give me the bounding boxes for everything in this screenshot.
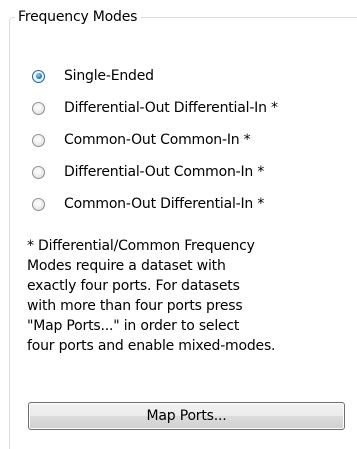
radio-button-single-ended[interactable]: [32, 69, 45, 83]
radio-single-ended[interactable]: Single-Ended: [32, 60, 278, 92]
radio-label-common-out-diff-in[interactable]: Common-Out Differential-In *: [64, 195, 264, 213]
radio-label-common-out-common-in[interactable]: Common-Out Common-In *: [64, 131, 251, 149]
map-ports-button[interactable]: Map Ports...: [28, 402, 345, 430]
radio-button-common-out-common-in[interactable]: [32, 133, 45, 147]
radio-label-diff-out-common-in[interactable]: Differential-Out Common-In *: [64, 163, 264, 181]
radio-button-diff-out-diff-in[interactable]: [32, 101, 45, 115]
radio-diff-out-common-in[interactable]: Differential-Out Common-In *: [32, 156, 278, 188]
groupbox-title: Frequency Modes: [15, 8, 142, 26]
radio-common-out-common-in[interactable]: Common-Out Common-In *: [32, 124, 278, 156]
radio-button-common-out-diff-in[interactable]: [32, 197, 45, 211]
radio-label-single-ended[interactable]: Single-Ended: [64, 67, 154, 85]
radio-button-diff-out-common-in[interactable]: [32, 165, 45, 179]
radio-common-out-diff-in[interactable]: Common-Out Differential-In *: [32, 188, 278, 220]
mixed-mode-note: * Differential/Common Frequency Modes re…: [27, 238, 276, 354]
frequency-modes-panel: Frequency Modes Single-Ended Differentia…: [0, 0, 357, 449]
radio-label-diff-out-diff-in[interactable]: Differential-Out Differential-In *: [64, 99, 278, 117]
frequency-mode-radio-group: Single-Ended Differential-Out Differenti…: [32, 60, 278, 220]
radio-diff-out-diff-in[interactable]: Differential-Out Differential-In *: [32, 92, 278, 124]
